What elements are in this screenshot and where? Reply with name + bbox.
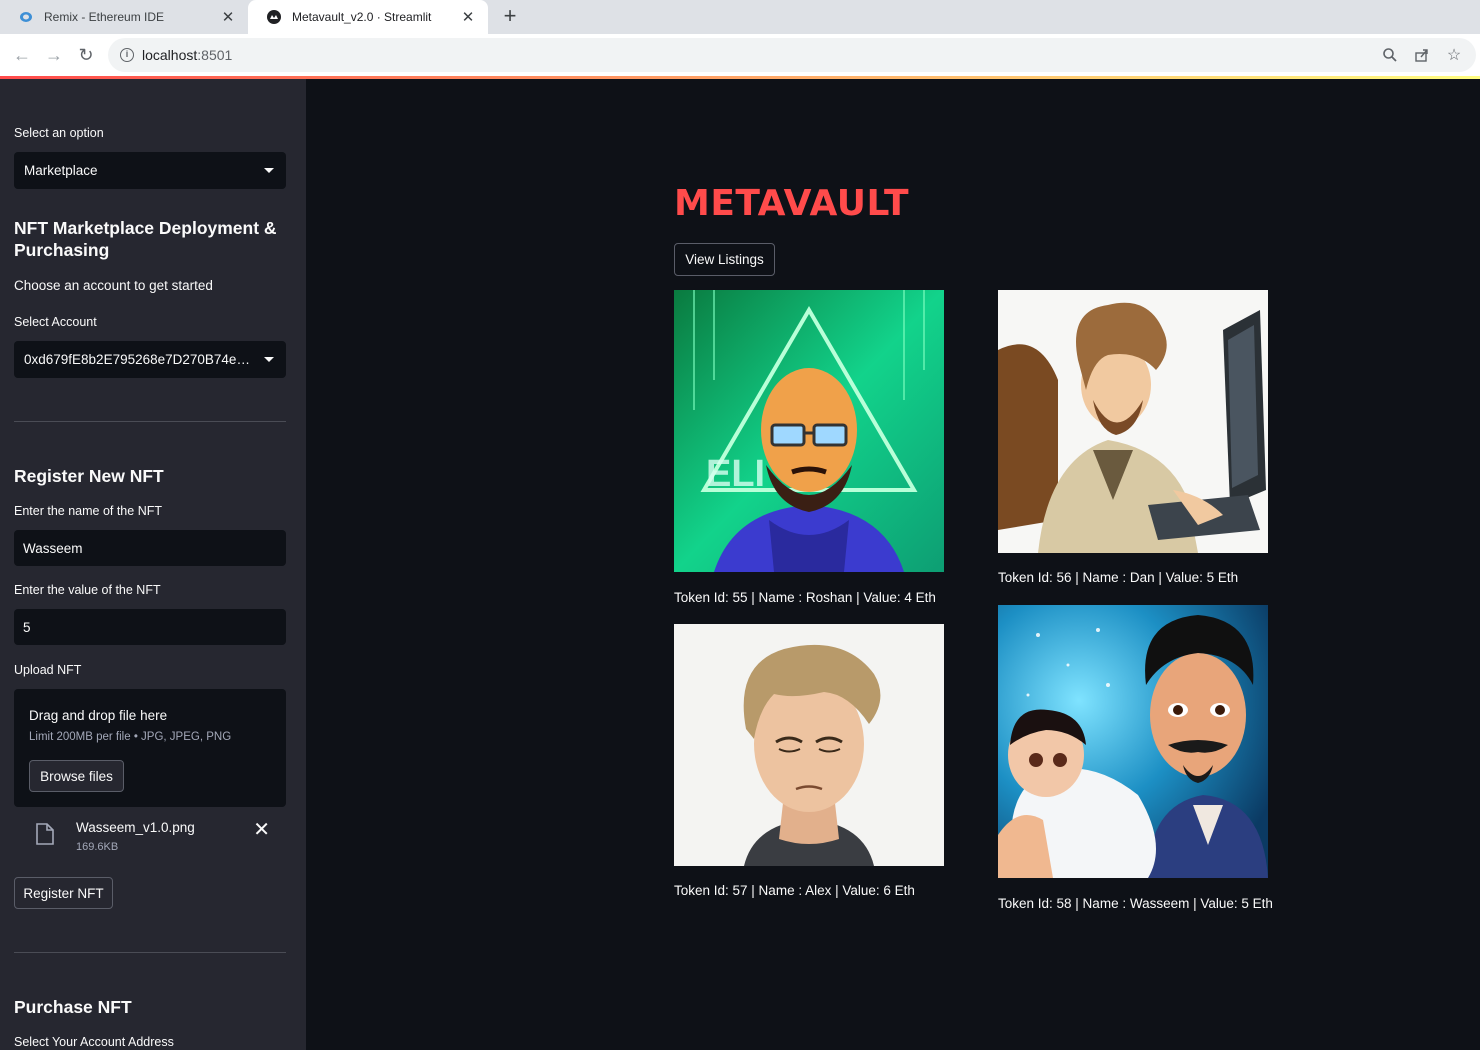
file-dropzone[interactable]: Drag and drop file here Limit 200MB per …	[14, 689, 286, 807]
tab-metavault[interactable]: Metavault_v2.0 · Streamlit ✕	[248, 0, 488, 34]
nft-image-roshan: ELI	[674, 290, 944, 572]
nft-name-label: Enter the name of the NFT	[14, 504, 162, 518]
nft-image-wasseem	[998, 605, 1268, 878]
tab-title: Metavault_v2.0 · Streamlit	[292, 10, 432, 24]
url-port: :8501	[197, 47, 233, 63]
nft-image-dan	[998, 290, 1268, 553]
forward-icon[interactable]: →	[42, 43, 66, 67]
reload-icon[interactable]: ↻	[74, 43, 98, 67]
register-title: Register New NFT	[14, 466, 164, 486]
file-icon	[36, 823, 54, 845]
nft-value-input[interactable]: 5	[14, 609, 286, 645]
zoom-icon[interactable]	[1380, 45, 1400, 65]
nft-caption-57: Token Id: 57 | Name : Alex | Value: 6 Et…	[674, 883, 915, 898]
file-name: Wasseem_v1.0.png	[76, 820, 195, 835]
remove-file-icon[interactable]: ✕	[253, 817, 270, 842]
browse-files-button[interactable]: Browse files	[29, 760, 124, 792]
file-size: 169.6KB	[76, 841, 119, 853]
close-tab-icon[interactable]: ✕	[460, 8, 476, 26]
remix-favicon-icon	[18, 9, 34, 25]
nft-caption-56: Token Id: 56 | Name : Dan | Value: 5 Eth	[998, 570, 1239, 585]
streamlit-favicon-icon	[266, 9, 282, 25]
url-host: localhost	[142, 47, 198, 63]
section-title: NFT Marketplace Deployment & Purchasing	[14, 218, 277, 260]
uploaded-file: Wasseem_v1.0.png 169.6KB ✕	[14, 817, 286, 861]
tab-title: Remix - Ethereum IDE	[44, 10, 165, 24]
dropzone-title: Drag and drop file here	[29, 708, 168, 723]
purchase-address-label: Select Your Account Address	[14, 1035, 174, 1049]
chevron-down-icon	[264, 357, 274, 362]
option-select-value: Marketplace	[24, 163, 98, 178]
svg-text:ELI: ELI	[706, 453, 765, 495]
nft-caption-55: Token Id: 55 | Name : Roshan | Value: 4 …	[674, 590, 936, 605]
browser-tabstrip: Remix - Ethereum IDE ✕ Metavault_v2.0 · …	[0, 0, 1480, 34]
purchase-title: Purchase NFT	[14, 997, 132, 1017]
tab-remix[interactable]: Remix - Ethereum IDE ✕	[0, 0, 248, 34]
chevron-down-icon	[264, 168, 274, 173]
main-content: METAVAULT View Listings ELI Token Id: 55…	[306, 79, 1480, 1050]
back-icon[interactable]: ←	[10, 43, 34, 67]
nft-caption-58: Token Id: 58 | Name : Wasseem | Value: 5…	[998, 896, 1273, 911]
option-select[interactable]: Marketplace	[14, 152, 286, 189]
new-tab-button[interactable]: +	[498, 5, 522, 29]
nft-name-input[interactable]: Wasseem	[14, 530, 286, 566]
register-nft-button[interactable]: Register NFT	[14, 877, 113, 909]
bookmark-star-icon[interactable]: ☆	[1444, 45, 1464, 65]
url-text: localhost:8501	[142, 47, 232, 63]
account-label: Select Account	[14, 315, 97, 329]
divider	[14, 421, 286, 422]
view-listings-button[interactable]: View Listings	[674, 243, 775, 276]
nft-value-label: Enter the value of the NFT	[14, 583, 161, 597]
divider	[14, 952, 286, 953]
option-label: Select an option	[14, 126, 104, 140]
account-select[interactable]: 0xd679fE8b2E795268e7D270B74eB...	[14, 341, 286, 378]
dropzone-limit: Limit 200MB per file • JPG, JPEG, PNG	[29, 731, 232, 743]
share-icon[interactable]	[1412, 45, 1432, 65]
browser-toolbar: ← → ↻ i localhost:8501 ☆	[0, 34, 1480, 76]
intro-text: Choose an account to get started	[14, 278, 213, 293]
sidebar: Select an option Marketplace NFT Marketp…	[0, 79, 306, 1050]
site-info-icon[interactable]: i	[120, 48, 134, 62]
upload-label: Upload NFT	[14, 663, 82, 677]
address-bar[interactable]: i localhost:8501 ☆	[108, 38, 1476, 72]
page-title: METAVAULT	[674, 183, 910, 224]
close-tab-icon[interactable]: ✕	[220, 8, 236, 26]
account-select-value: 0xd679fE8b2E795268e7D270B74eB...	[24, 352, 257, 367]
nft-image-alex	[674, 624, 944, 866]
